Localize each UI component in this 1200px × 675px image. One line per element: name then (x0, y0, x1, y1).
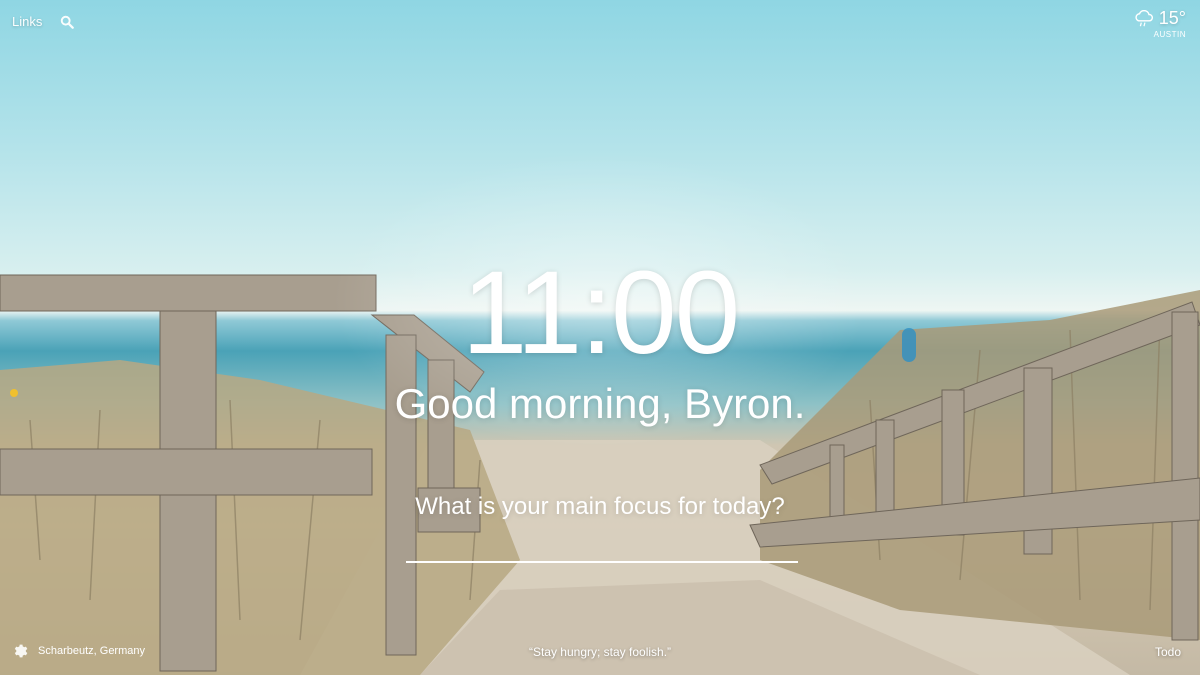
greeting: Good morning, Byron. (394, 380, 806, 427)
top-left-widgets: Links (12, 14, 75, 29)
clock: 11:00 (461, 247, 741, 379)
new-tab-dashboard: Links 15° AUSTIN 11:00 Good morning, Byr… (0, 0, 1200, 675)
focus-question: What is your main focus for today? (415, 493, 785, 520)
cloud-rain-icon (1135, 9, 1153, 26)
search-icon[interactable] (60, 15, 75, 29)
todo-button[interactable]: Todo (1155, 645, 1181, 659)
weather-city: AUSTIN (1153, 30, 1186, 39)
weather-widget[interactable]: 15° AUSTIN (1133, 8, 1186, 39)
links-button[interactable]: Links (12, 14, 42, 29)
focus-input[interactable] (406, 535, 798, 563)
quote: “Stay hungry; stay foolish.” (528, 645, 672, 659)
temperature: 15° (1158, 8, 1186, 28)
